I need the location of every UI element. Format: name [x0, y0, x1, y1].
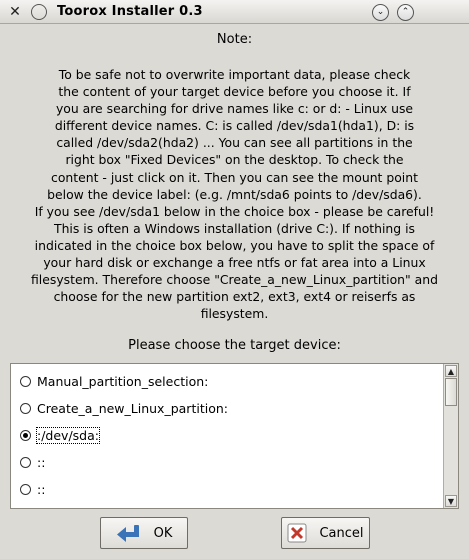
note-body: To be safe not to overwrite important da… — [31, 67, 438, 322]
radio-icon[interactable] — [20, 456, 31, 468]
note-heading: Note: — [216, 32, 253, 47]
option-manual-partition[interactable]: Manual_partition_selection: — [20, 371, 208, 391]
close-x-icon[interactable]: ✕ — [7, 4, 23, 20]
chevron-down-icon: ⌄ — [376, 7, 385, 17]
window-menu-icon[interactable] — [31, 4, 47, 20]
radio-icon[interactable] — [20, 402, 31, 414]
cancel-x-icon — [287, 523, 307, 543]
scroll-up-arrow-icon[interactable]: ▲ — [445, 365, 457, 377]
minimize-button[interactable]: ⌄ — [372, 4, 389, 21]
cancel-label: Cancel — [319, 525, 364, 541]
option-label: :: — [37, 454, 46, 470]
cancel-button[interactable]: Cancel — [281, 517, 370, 549]
enter-arrow-icon — [116, 523, 142, 543]
option-label: :/dev/sda: — [36, 426, 100, 444]
title-bar: ✕ Toorox Installer 0.3 ⌄ ⌃ — [0, 0, 469, 24]
ok-button[interactable]: OK — [100, 517, 188, 549]
option-empty-1[interactable]: :: — [20, 452, 45, 472]
option-dev-sda[interactable]: :/dev/sda: — [20, 425, 100, 445]
option-label: :: — [37, 481, 46, 497]
window-title: Toorox Installer 0.3 — [57, 4, 203, 19]
choose-device-prompt: Please choose the target device: — [128, 338, 341, 353]
scrollbar-thumb[interactable] — [445, 378, 457, 406]
radio-selected-icon[interactable] — [20, 429, 31, 441]
option-create-partition[interactable]: Create_a_new_Linux_partition: — [20, 398, 228, 418]
option-label: Create_a_new_Linux_partition: — [37, 400, 228, 416]
device-choice-list[interactable]: Manual_partition_selection: Create_a_new… — [10, 363, 459, 509]
chevron-up-icon: ⌃ — [401, 7, 410, 17]
option-empty-2[interactable]: :: — [20, 479, 45, 499]
vertical-scrollbar[interactable]: ▲ ▼ — [443, 364, 458, 508]
radio-icon[interactable] — [20, 483, 31, 495]
option-label: Manual_partition_selection: — [37, 373, 209, 389]
radio-icon[interactable] — [20, 375, 31, 387]
ok-label: OK — [153, 525, 173, 541]
maximize-button[interactable]: ⌃ — [397, 4, 414, 21]
scroll-down-arrow-icon[interactable]: ▼ — [445, 495, 457, 507]
